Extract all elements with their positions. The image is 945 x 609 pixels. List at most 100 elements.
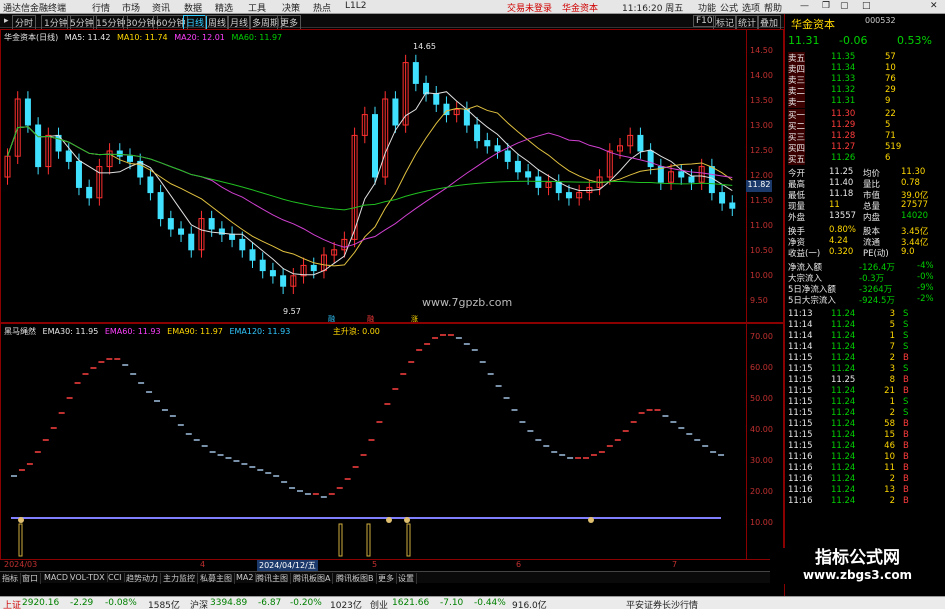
menu-function[interactable]: 功能 xyxy=(698,1,716,14)
trade-tick-row: 11:15 11.24 1 S xyxy=(785,397,940,408)
cy-pct: -0.44% xyxy=(474,598,506,608)
candle-body xyxy=(412,62,419,84)
minimize-icon[interactable]: — xyxy=(800,1,809,11)
price-chart-frame[interactable]: 华金资本(日线) MA5: 11.42 MA10: 11.74 MA20: 12… xyxy=(0,29,784,323)
candle-body xyxy=(75,160,82,188)
menu-market[interactable]: 市场 xyxy=(122,1,140,14)
sz-label[interactable]: 沪深 xyxy=(190,598,208,609)
menu-data[interactable]: 数据 xyxy=(184,1,202,14)
tab-ma2[interactable]: MA2 xyxy=(236,573,257,582)
tab-settings[interactable]: 设置 xyxy=(398,573,417,584)
menu-quotes[interactable]: 行情 xyxy=(92,1,110,14)
tick-dir: S xyxy=(903,309,909,319)
tick-dir: S xyxy=(903,397,909,407)
bid-row: 买一 11.30 22 xyxy=(785,109,940,121)
signal-bar xyxy=(18,523,23,557)
indicator-tick: 30.00 xyxy=(750,456,773,465)
tick-dir: B xyxy=(903,463,909,473)
tick-dir: S xyxy=(903,331,909,341)
close-icon[interactable]: ✕ xyxy=(930,1,938,11)
tick-time: 11:15 xyxy=(788,386,813,396)
menu-l1l2[interactable]: L1L2 xyxy=(345,1,366,11)
candle-body xyxy=(494,145,501,152)
sh-amt: 1585亿 xyxy=(148,601,180,609)
bid-vol: 71 xyxy=(885,131,896,141)
candle-body xyxy=(678,171,685,178)
candle-body xyxy=(208,218,215,230)
menu-hot[interactable]: 热点 xyxy=(313,1,331,14)
overlay-button[interactable]: 叠加 xyxy=(757,15,782,30)
tick-dir: B xyxy=(903,496,909,506)
tick-price: 11.24 xyxy=(831,419,856,429)
trade-login-status[interactable]: 交易未登录 xyxy=(507,1,552,14)
price-tick: 14.50 xyxy=(750,46,773,55)
ma60-line xyxy=(7,126,733,211)
indicator-chart-frame[interactable]: 黑马绳然 EMA30: 11.95 EMA60: 11.93 EMA90: 11… xyxy=(0,323,784,560)
menu-decision[interactable]: 决策 xyxy=(282,1,300,14)
window-icon[interactable]: ▢ xyxy=(840,1,849,11)
trade-tick-row: 11:14 11.24 7 S xyxy=(785,342,940,353)
bid-price: 11.26 xyxy=(831,153,856,163)
indicator-tick: 40.00 xyxy=(750,425,773,434)
tab-tencent-b[interactable]: 腾讯板图B xyxy=(336,573,377,584)
tab-window[interactable]: 窗口 xyxy=(22,573,41,584)
tick-dir: S xyxy=(903,320,909,330)
period-daily[interactable]: 日线 xyxy=(183,15,208,30)
price-tick: 12.50 xyxy=(750,146,773,155)
ask-price: 11.35 xyxy=(831,52,856,62)
watermark-site: www.7gpzb.com xyxy=(422,296,513,309)
tab-macd[interactable]: MACD xyxy=(44,573,71,582)
tab-more[interactable]: 更多 xyxy=(378,573,397,584)
stats-button[interactable]: 统计 xyxy=(735,15,760,30)
tab-tencent-a[interactable]: 腾讯板图A xyxy=(293,573,334,584)
signal-dot xyxy=(386,517,392,523)
sh-label[interactable]: 上证 xyxy=(3,598,21,609)
tab-main-monitor[interactable]: 主力监控 xyxy=(163,573,198,584)
tab-indicator[interactable]: 指标 xyxy=(2,573,21,584)
flow-row: 5日大宗流入 -924.5万 -2% xyxy=(785,294,940,306)
flow-pct: -0% xyxy=(917,272,934,282)
candlestick-chart xyxy=(4,54,736,294)
menu-tools[interactable]: 工具 xyxy=(248,1,266,14)
menu-formula[interactable]: 公式 xyxy=(720,1,738,14)
period-monthly[interactable]: 月线 xyxy=(227,15,252,30)
tab-private[interactable]: 私募主图 xyxy=(200,573,235,584)
price-tick: 13.50 xyxy=(750,96,773,105)
restore-icon[interactable]: ❐ xyxy=(822,1,830,11)
price-tick: 12.00 xyxy=(750,171,773,180)
ask-row: 卖一 11.31 9 xyxy=(785,96,940,108)
tick-time: 11:15 xyxy=(788,419,813,429)
tab-tencent-main[interactable]: 腾讯主图 xyxy=(256,573,291,584)
date-cursor: 2024/04/12/五 xyxy=(257,560,318,571)
date-tick-7: 7 xyxy=(672,560,678,569)
candle-body xyxy=(719,192,726,204)
menu-help[interactable]: 帮助 xyxy=(764,1,782,14)
tab-vol[interactable]: VOL-TDX xyxy=(70,573,108,582)
rp-change: -0.06 xyxy=(839,34,868,47)
ask-price: 11.33 xyxy=(831,74,856,84)
tab-cci[interactable]: CCI xyxy=(108,573,125,582)
period-more[interactable]: 更多 xyxy=(277,15,302,30)
fund-row: 收益(一) 0.320 PE(动) 9.0 xyxy=(785,247,940,259)
bid-vol: 5 xyxy=(885,120,891,130)
tick-vol: 46 xyxy=(884,441,895,451)
status-bar: 上证 2920.16 -2.29 -0.08% 1585亿 沪深 3394.89… xyxy=(0,596,945,609)
tick-time: 11:15 xyxy=(788,397,813,407)
clock-icon: ▸ xyxy=(4,16,9,26)
fund-value-2: 9.0 xyxy=(901,247,915,257)
stat-row: 现量 11 总量 27577 xyxy=(785,200,940,212)
candle-body xyxy=(86,186,93,199)
signal-bar xyxy=(406,523,411,557)
period-intraday[interactable]: 分时 xyxy=(12,15,37,30)
period-weekly[interactable]: 周线 xyxy=(205,15,230,30)
menu-select[interactable]: 精选 xyxy=(215,1,233,14)
mark-button[interactable]: 标记 xyxy=(713,15,738,30)
tick-price: 11.25 xyxy=(831,375,856,385)
cy-label[interactable]: 创业 xyxy=(370,598,388,609)
maximize-icon[interactable]: □ xyxy=(862,1,871,11)
tab-trend[interactable]: 趋势动力 xyxy=(126,573,161,584)
tick-vol: 3 xyxy=(889,309,895,319)
candle-body xyxy=(259,259,266,272)
menu-news[interactable]: 资讯 xyxy=(152,1,170,14)
menu-options[interactable]: 选项 xyxy=(742,1,760,14)
